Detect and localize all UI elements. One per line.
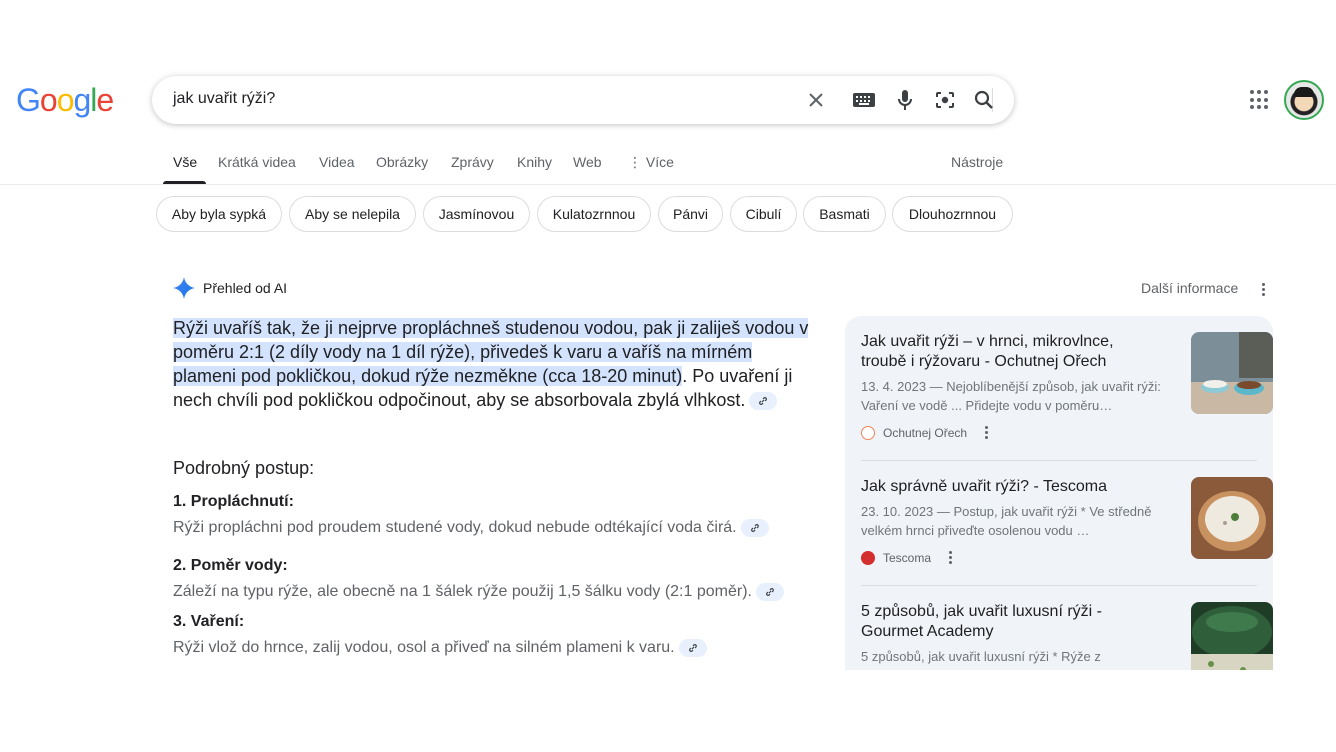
tools-button[interactable]: Nástroje <box>951 154 1003 170</box>
link-icon[interactable] <box>678 639 707 657</box>
divider <box>861 585 1257 586</box>
lens-icon[interactable] <box>933 88 957 112</box>
tab-more-label: Více <box>645 154 674 170</box>
step-title: 3. Vaření: <box>173 613 245 630</box>
link-icon[interactable] <box>740 519 769 537</box>
tab-videos[interactable]: Videa <box>319 154 355 170</box>
site-favicon-icon <box>861 550 875 565</box>
chip[interactable]: Dlouhozrnnou <box>892 196 1013 232</box>
step-text: Záleží na typu rýže, ale obecně na 1 šál… <box>173 583 784 601</box>
ai-summary: Rýži uvaříš tak, že ji nejprve propláchn… <box>173 316 813 412</box>
source-snippet: 5 způsobů, jak uvařit luxusní rýži * Rýž… <box>861 649 1101 664</box>
source-title[interactable]: 5 způsobů, jak uvařit luxusní rýži - Gou… <box>861 602 1151 642</box>
step-title: 2. Poměr vody: <box>173 557 288 574</box>
source-card[interactable]: 5 způsobů, jak uvařit luxusní rýži - Gou… <box>861 602 1273 670</box>
source-site[interactable]: Tescoma <box>861 550 953 565</box>
logo-letter: g <box>73 82 91 118</box>
logo-letter: G <box>16 82 41 118</box>
active-tab-indicator <box>163 181 206 184</box>
search-icon[interactable] <box>972 88 996 112</box>
source-title[interactable]: Jak uvařit rýži – v hrnci, mikrovlnce, t… <box>861 332 1151 372</box>
apps-grid-icon[interactable] <box>1250 90 1270 110</box>
tab-web[interactable]: Web <box>573 154 602 170</box>
source-site-name: Tescoma <box>883 550 932 565</box>
chip[interactable]: Jasmínovou <box>423 196 530 232</box>
site-favicon-icon <box>861 425 875 440</box>
link-icon[interactable] <box>755 583 784 601</box>
tab-news[interactable]: Zprávy <box>451 154 494 170</box>
source-options-icon[interactable] <box>985 426 989 441</box>
google-logo[interactable]: Google <box>16 82 114 119</box>
link-icon[interactable] <box>749 392 778 411</box>
source-thumbnail[interactable] <box>1191 477 1273 559</box>
chip[interactable]: Pánvi <box>658 196 723 232</box>
chip[interactable]: Aby se nelepila <box>289 196 416 232</box>
tab-short-videos[interactable]: Krátká videa <box>218 154 296 170</box>
logo-letter: o <box>39 82 58 118</box>
step-text: Rýži propláchni pod proudem studené vody… <box>173 519 769 537</box>
logo-letter: e <box>96 82 114 118</box>
tab-images[interactable]: Obrázky <box>376 154 428 170</box>
source-thumbnail[interactable] <box>1191 332 1273 414</box>
ai-sources-panel: Jak uvařit rýži – v hrnci, mikrovlnce, t… <box>845 316 1273 670</box>
ai-options-icon[interactable] <box>1262 283 1266 298</box>
source-card[interactable]: Jak uvařit rýži – v hrnci, mikrovlnce, t… <box>861 332 1273 462</box>
source-title[interactable]: Jak správně uvařit rýži? - Tescoma <box>861 477 1151 497</box>
source-site-name: Ochutnej Ořech <box>883 425 968 440</box>
search-box[interactable]: jak uvařit rýži? <box>152 76 1014 124</box>
chip[interactable]: Kulatozrnnou <box>537 196 651 232</box>
steps-heading: Podrobný postup: <box>173 458 315 478</box>
source-snippet: 23. 10. 2023 — Postup, jak uvařit rýži *… <box>861 504 1152 538</box>
ai-overview-title: Přehled od AI <box>203 280 288 296</box>
search-input[interactable]: jak uvařit rýži? <box>173 90 275 108</box>
avatar[interactable] <box>1284 80 1324 120</box>
chip[interactable]: Basmati <box>803 196 886 232</box>
chip[interactable]: Cibulí <box>730 196 797 232</box>
step-text: Rýži vlož do hrnce, zalij vodou, osol a … <box>173 639 707 657</box>
source-card[interactable]: Jak správně uvařit rýži? - Tescoma 23. 1… <box>861 477 1273 587</box>
source-snippet: 13. 4. 2023 — Nejoblíbenější způsob, jak… <box>861 379 1161 413</box>
more-vert-icon: ⋮ <box>628 154 642 170</box>
microphone-icon[interactable] <box>893 88 917 112</box>
source-options-icon[interactable] <box>949 551 953 566</box>
logo-letter: o <box>56 82 75 118</box>
source-site[interactable]: Ochutnej Ořech <box>861 425 989 440</box>
divider <box>861 460 1257 461</box>
search-tabs: Vše Krátká videa Videa Obrázky Zprávy Kn… <box>0 148 1336 185</box>
tab-more[interactable]: ⋮ Více <box>628 154 674 171</box>
more-info-link[interactable]: Další informace <box>1141 280 1238 296</box>
keyboard-icon[interactable] <box>852 88 876 112</box>
clear-icon[interactable] <box>804 88 828 112</box>
tab-books[interactable]: Knihy <box>517 154 552 170</box>
tab-all[interactable]: Vše <box>173 154 197 170</box>
step-title: 1. Propláchnutí: <box>173 493 294 510</box>
chip[interactable]: Aby byla sypká <box>156 196 282 232</box>
source-thumbnail[interactable] <box>1191 602 1273 670</box>
ai-sparkle-icon <box>173 277 195 299</box>
